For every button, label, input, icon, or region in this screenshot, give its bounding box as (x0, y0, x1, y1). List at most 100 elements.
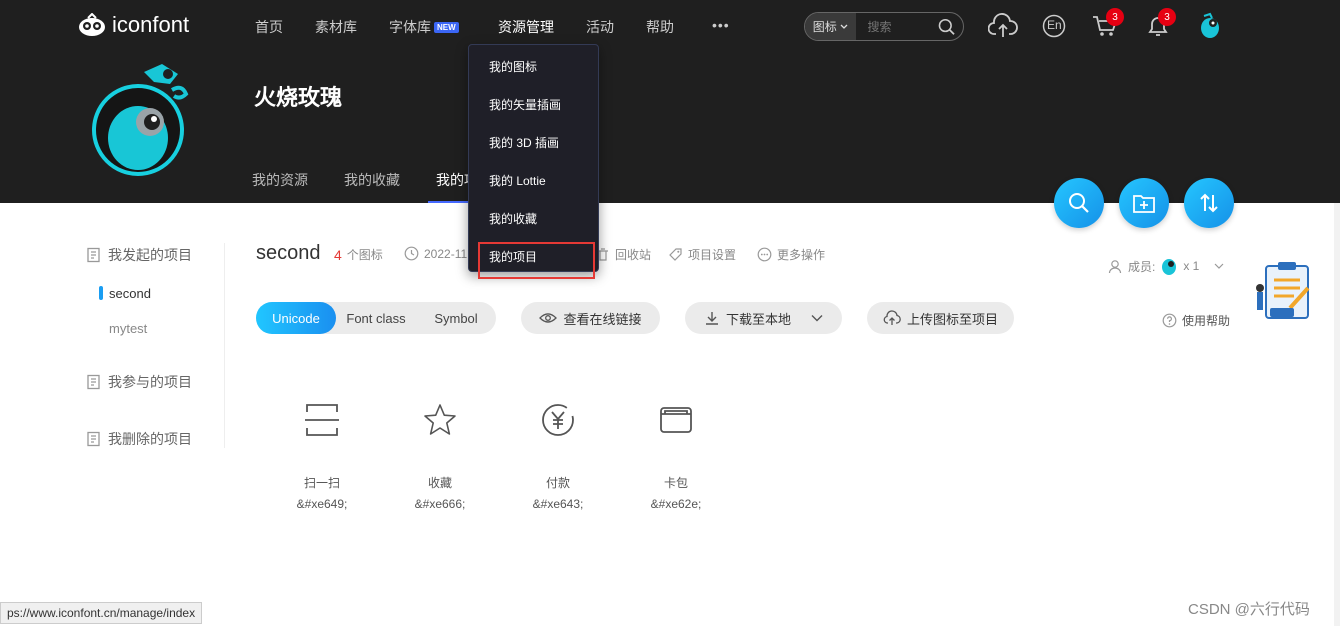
sidebar-project-mytest[interactable]: mytest (109, 321, 147, 336)
more-circle-icon (757, 247, 772, 262)
sidebar-project-second[interactable]: second (109, 286, 151, 301)
tab-my-resources[interactable]: 我的资源 (252, 170, 308, 190)
profile-avatar[interactable] (92, 60, 196, 185)
card-icon (626, 400, 726, 440)
yen-icon (508, 400, 608, 440)
help-illustration[interactable] (1254, 260, 1314, 327)
icon-count-unit: 个图标 (346, 248, 383, 262)
help-link[interactable]: 使用帮助 (1162, 312, 1230, 329)
search-box: 图标 (804, 12, 964, 41)
nav-fonts[interactable]: 字体库 NEW (389, 17, 459, 37)
iconfont-logo[interactable]: iconfont (78, 12, 189, 38)
project-title: second (256, 242, 321, 264)
language-switch[interactable]: En (1042, 14, 1066, 43)
upload-cloud-icon[interactable] (987, 12, 1018, 45)
nav-resource-manage[interactable]: 资源管理 (498, 17, 554, 37)
icon-card-payment[interactable]: 付款 &#xe643; (508, 400, 608, 511)
icon-code: &#xe62e; (650, 497, 702, 511)
page-scrollbar[interactable] (1334, 203, 1340, 626)
code-format-switch: Unicode Font class Symbol (256, 302, 496, 334)
segment-symbol[interactable]: Symbol (416, 302, 496, 334)
icon-code: &#xe649; (296, 497, 348, 511)
scan-icon (272, 400, 372, 440)
icon-name: 付款 (545, 476, 570, 490)
eye-icon (539, 313, 558, 323)
menu-item-my-3d-illustrations[interactable]: 我的 3D 插画 (489, 134, 559, 151)
trash-label: 回收站 (615, 248, 652, 262)
more-actions-link[interactable]: 更多操作 (757, 246, 825, 263)
icon-card-favorite[interactable]: 收藏 &#xe666; (390, 400, 490, 511)
document-icon (87, 431, 100, 447)
sidebar-initiated-label: 我发起的项目 (108, 247, 192, 263)
menu-item-my-vector-illustrations[interactable]: 我的矢量插画 (489, 96, 561, 113)
nav-activity[interactable]: 活动 (586, 17, 614, 37)
icon-card-wallet[interactable]: 卡包 &#xe62e; (626, 400, 726, 511)
cart-badge: 3 (1106, 8, 1124, 26)
sidebar-deleted-label: 我删除的项目 (108, 431, 192, 447)
tag-icon (669, 248, 682, 261)
notification-button[interactable]: 3 (1146, 8, 1176, 43)
sidebar-participated-label: 我参与的项目 (108, 374, 192, 390)
icon-name: 收藏 (427, 476, 452, 490)
help-label: 使用帮助 (1182, 314, 1231, 328)
sidebar-deleted-projects[interactable]: 我删除的项目 (86, 429, 192, 449)
search-icon (1069, 193, 1089, 213)
watermark: CSDN @六行代码 (1188, 601, 1310, 618)
document-icon (87, 247, 100, 263)
nav-more-icon[interactable]: ••• (712, 17, 730, 33)
member-avatar-icon (1162, 259, 1177, 275)
upload-cloud-icon (883, 310, 901, 325)
document-icon (87, 374, 100, 390)
view-online-link-label: 查看在线链接 (563, 311, 642, 327)
add-folder-fab[interactable] (1119, 178, 1169, 228)
chevron-down-icon (1214, 263, 1224, 269)
star-icon (390, 400, 490, 440)
menu-item-my-icons[interactable]: 我的图标 (489, 58, 537, 75)
download-icon (705, 312, 718, 325)
more-actions-label: 更多操作 (777, 248, 826, 262)
trash-link[interactable]: 回收站 (596, 246, 651, 263)
user-avatar-small[interactable] (1198, 12, 1222, 45)
nav-home[interactable]: 首页 (255, 17, 283, 37)
tab-my-favorites[interactable]: 我的收藏 (344, 170, 400, 190)
browser-status-url: ps://www.iconfont.cn/manage/index (0, 602, 203, 624)
sidebar-participated-projects[interactable]: 我参与的项目 (86, 372, 192, 392)
search-fab[interactable] (1054, 178, 1104, 228)
members-count: x 1 (1183, 259, 1200, 273)
sort-icon (1200, 193, 1218, 213)
sidebar-divider (224, 243, 225, 448)
upload-icons-button[interactable]: 上传图标至项目 (867, 302, 1014, 334)
active-tab-indicator (428, 201, 472, 203)
search-scope-label: 图标 (812, 20, 837, 34)
download-button[interactable]: 下载至本地 (685, 302, 842, 334)
cart-button[interactable]: 3 (1092, 8, 1124, 43)
segment-unicode[interactable]: Unicode (256, 302, 336, 334)
menu-item-my-favorites[interactable]: 我的收藏 (489, 210, 537, 227)
menu-item-my-lottie[interactable]: 我的 Lottie (489, 172, 546, 189)
view-online-link-button[interactable]: 查看在线链接 (521, 302, 660, 334)
icon-code: &#xe643; (532, 497, 584, 511)
project-date-text: 2022-11 (424, 246, 468, 261)
icon-code: &#xe666; (414, 497, 466, 511)
download-label: 下载至本地 (725, 311, 791, 327)
nav-material[interactable]: 素材库 (315, 17, 357, 37)
question-circle-icon (1162, 313, 1177, 328)
new-badge: NEW (434, 22, 459, 33)
search-scope-select[interactable]: 图标 (805, 13, 856, 40)
sort-fab[interactable] (1184, 178, 1234, 228)
icon-card-scan[interactable]: 扫一扫 &#xe649; (272, 400, 372, 511)
resource-manage-dropdown: 我的图标 我的矢量插画 我的 3D 插画 我的 Lottie 我的收藏 我的项目 (468, 44, 599, 272)
project-settings-link[interactable]: 项目设置 (668, 246, 736, 263)
project-icon-count: 4 个图标 (334, 246, 383, 263)
language-label: En (1047, 18, 1062, 32)
segment-font-class[interactable]: Font class (336, 302, 416, 334)
chevron-down-icon (811, 315, 823, 322)
nav-fonts-label: 字体库 (389, 19, 431, 35)
icon-name: 卡包 (663, 476, 688, 490)
sidebar-initiated-projects[interactable]: 我发起的项目 (86, 245, 192, 265)
nav-help[interactable]: 帮助 (646, 17, 674, 37)
clock-icon (404, 246, 419, 261)
members-selector[interactable]: 成员: x 1 (1108, 256, 1224, 276)
search-input[interactable] (867, 19, 938, 34)
search-icon[interactable] (938, 18, 955, 36)
